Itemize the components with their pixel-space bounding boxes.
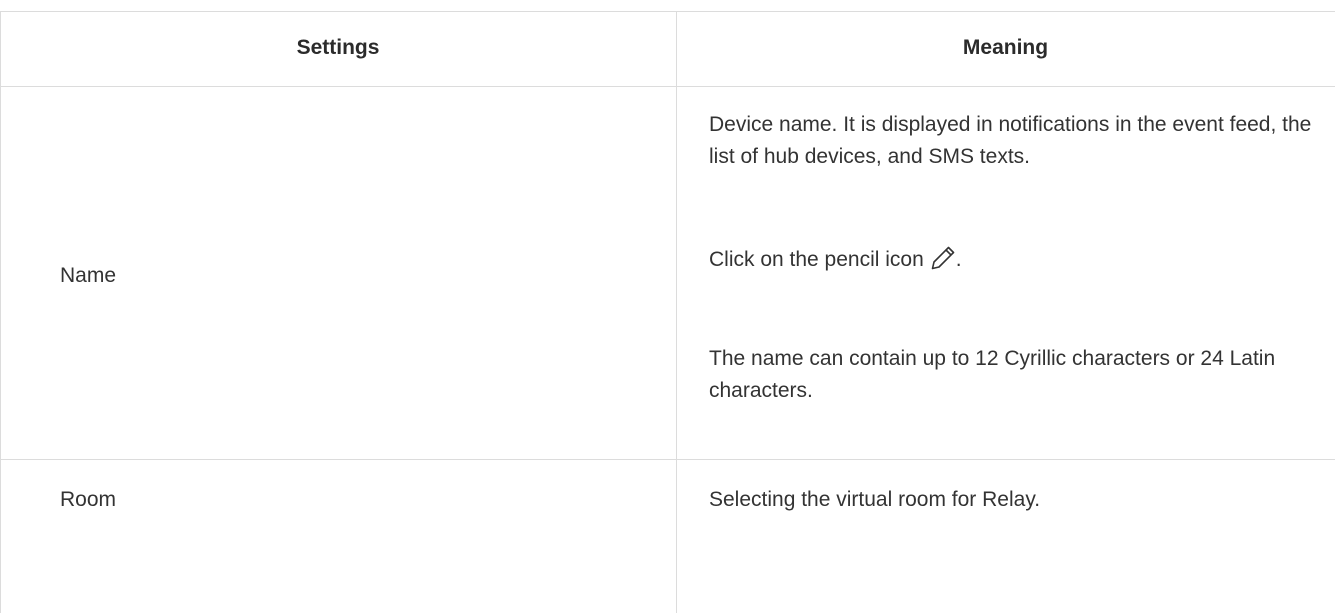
instruction-period: . — [955, 248, 962, 271]
name-meaning-limit: The name can contain up to 12 Cyrillic c… — [709, 347, 1276, 402]
name-meaning-instruction: Click on the pencil icon. — [709, 244, 1319, 276]
header-divider — [0, 86, 1335, 87]
settings-table: Settings Meaning Name Device name. It is… — [0, 0, 1335, 613]
row-divider — [0, 459, 1335, 460]
room-meaning-description: Selecting the virtual room for Relay. — [709, 488, 1041, 511]
table-left-border — [0, 11, 1, 613]
name-meaning-description: Device name. It is displayed in notifica… — [709, 113, 1312, 168]
setting-room-label: Room — [60, 488, 117, 511]
setting-name-label: Name — [60, 264, 117, 287]
pencil-icon — [930, 245, 956, 271]
column-header-settings: Settings — [296, 36, 380, 59]
table-top-border — [0, 11, 1335, 12]
column-divider — [676, 11, 677, 613]
column-header-meaning: Meaning — [962, 36, 1049, 59]
instruction-text: Click on the pencil icon — [709, 248, 924, 271]
